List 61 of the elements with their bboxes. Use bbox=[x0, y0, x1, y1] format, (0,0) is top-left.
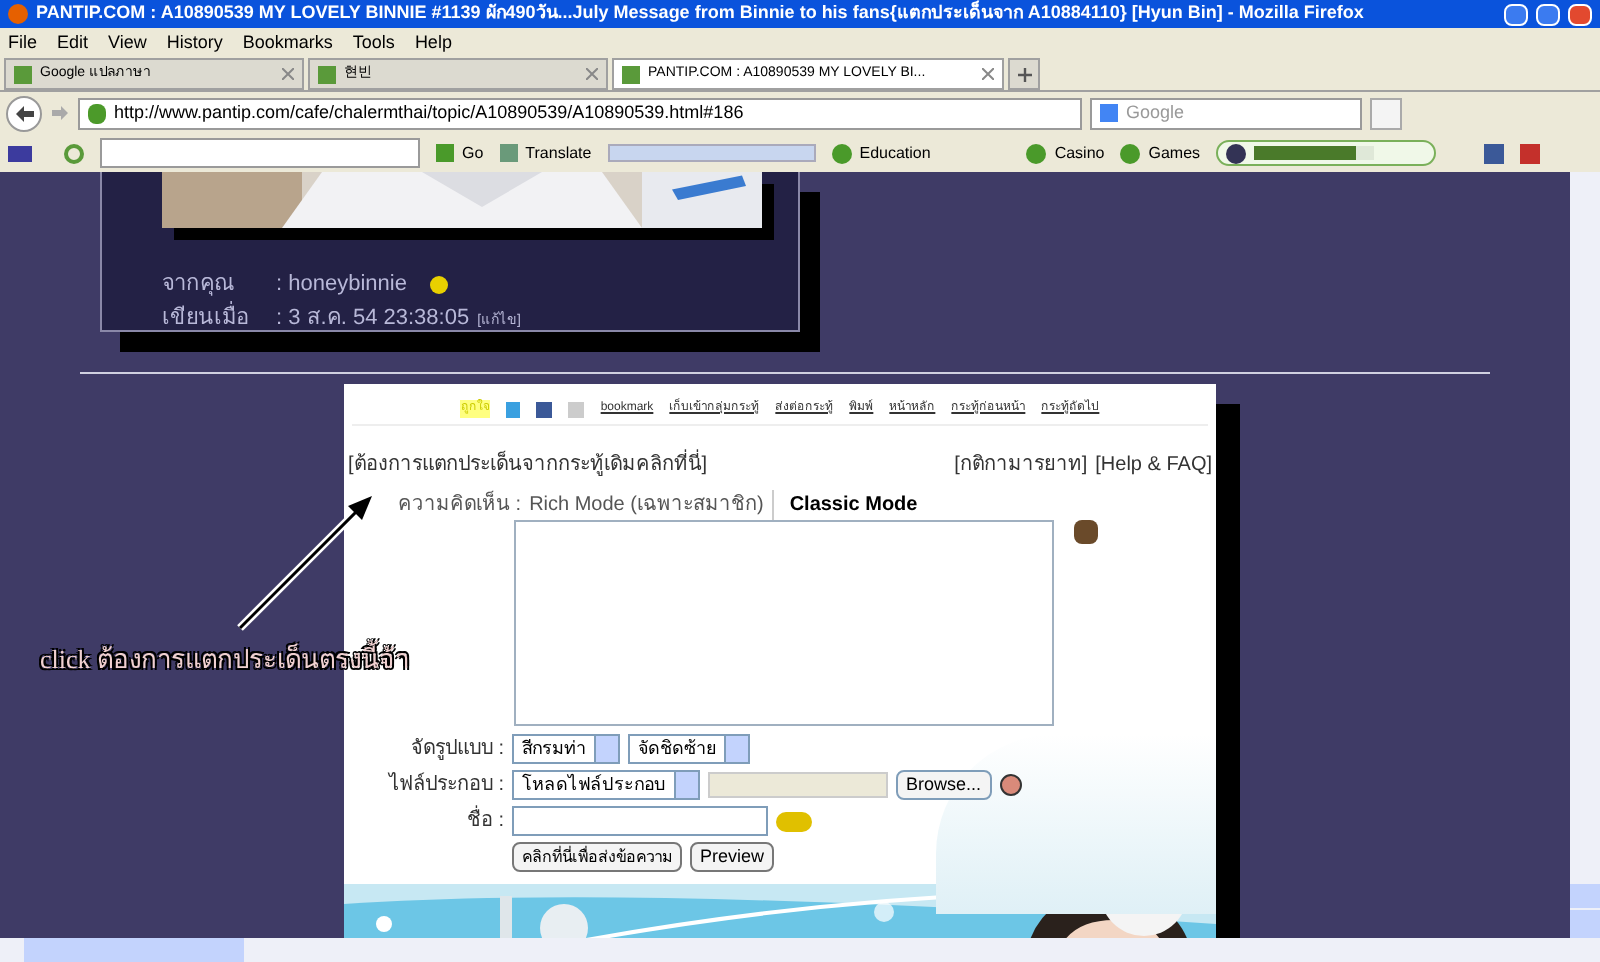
home-button[interactable] bbox=[1370, 97, 1402, 129]
from-label: จากคุณ bbox=[162, 270, 236, 300]
post-date: : 3 ส.ค. 54 23:38:05 bbox=[276, 303, 470, 333]
name-field[interactable] bbox=[512, 806, 768, 836]
submit-button[interactable]: คลิกที่นี่เพื่อส่งข้อความ bbox=[512, 842, 682, 872]
close-button[interactable] bbox=[1568, 3, 1592, 25]
new-tab-button[interactable] bbox=[1008, 58, 1040, 90]
file-path-field[interactable] bbox=[708, 772, 888, 798]
menu-item[interactable]: Bookmarks bbox=[242, 29, 333, 57]
dropdown-icon bbox=[674, 772, 698, 798]
toolbar-link[interactable]: Games bbox=[1120, 141, 1201, 165]
comment-textarea[interactable] bbox=[514, 520, 1054, 726]
file-label: ไฟล์ประกอบ : bbox=[386, 770, 504, 800]
menu-item[interactable]: Tools bbox=[352, 29, 395, 57]
volume-slider[interactable] bbox=[1216, 140, 1437, 166]
help-link[interactable]: [Help & FAQ] bbox=[1095, 450, 1212, 480]
toolbar-link[interactable]: Casino bbox=[1026, 141, 1105, 165]
rules-link[interactable]: [กติกามารยาท] bbox=[954, 450, 1088, 480]
tab-icon bbox=[318, 65, 336, 83]
dropdown-icon bbox=[724, 736, 748, 762]
dropdown-icon bbox=[594, 736, 618, 762]
color-dropdown[interactable]: สีกรมท่า bbox=[512, 734, 620, 764]
comment-label: ความคิดเห็น : bbox=[398, 490, 522, 520]
preview-button[interactable]: Preview bbox=[690, 842, 775, 872]
rich-mode-tab[interactable]: Rich Mode (เฉพาะสมาชิก) bbox=[529, 490, 774, 520]
menu-item[interactable]: Edit bbox=[57, 29, 89, 57]
forward-button[interactable] bbox=[50, 101, 70, 125]
tab-icon bbox=[622, 65, 640, 83]
menu-item[interactable]: Help bbox=[414, 29, 452, 57]
translate-button[interactable]: Translate bbox=[499, 141, 592, 165]
browse-button[interactable]: Browse... bbox=[896, 770, 992, 800]
toolbar-scrollbar[interactable] bbox=[607, 144, 816, 162]
address-bar[interactable]: http://www.pantip.com/cafe/chalermthai/topic/A10890539/A10890539.html#186 bbox=[78, 97, 1082, 129]
close-icon[interactable] bbox=[586, 68, 598, 80]
restore-button[interactable] bbox=[1536, 3, 1560, 25]
minimize-button[interactable] bbox=[1504, 3, 1528, 25]
name-label: ชื่อ : bbox=[344, 806, 504, 836]
go-button[interactable]: Go bbox=[436, 141, 484, 165]
toolbar-link[interactable]: Education bbox=[831, 141, 931, 165]
vertical-scrollbar[interactable] bbox=[1570, 172, 1600, 938]
author-name: : honeybinnie bbox=[276, 270, 407, 300]
back-button[interactable] bbox=[6, 95, 42, 131]
menu-item[interactable]: History bbox=[166, 29, 223, 57]
close-icon[interactable] bbox=[982, 68, 994, 80]
menu-item[interactable]: File bbox=[8, 29, 38, 57]
format-label: จัดรูปแบบ : bbox=[408, 736, 504, 764]
horizontal-scrollbar[interactable] bbox=[0, 938, 1600, 962]
tab-icon bbox=[14, 65, 32, 83]
menu-item[interactable]: View bbox=[108, 29, 147, 57]
written-label: เขียนเมื่อ bbox=[162, 301, 252, 333]
back-arrow-icon bbox=[15, 105, 33, 121]
close-icon[interactable] bbox=[282, 68, 294, 80]
align-dropdown[interactable]: จัดชิดซ้าย bbox=[628, 734, 750, 764]
file-dropdown[interactable]: โหลดไฟล์ประกอบ bbox=[512, 770, 700, 800]
plus-icon bbox=[1017, 67, 1031, 81]
forward-arrow-icon bbox=[52, 106, 68, 120]
toolbar-logo-icon[interactable] bbox=[64, 143, 84, 163]
split-topic-link[interactable]: [ต้องการแตกประเด็นจากกระทู้เดิมคลิกที่นี่] bbox=[348, 450, 708, 480]
classic-mode-tab[interactable]: Classic Mode bbox=[789, 490, 918, 520]
window-title: PANTIP.COM : A10890539 MY LOVELY BINNIE #1139 ผัก490วัน...July Message from Binnie to his fans{แตกประเด็นจาก A10884110} [Hyun Bin] - Mozilla Firefox bbox=[36, 0, 1366, 27]
toolbar-search-field[interactable] bbox=[100, 138, 420, 168]
